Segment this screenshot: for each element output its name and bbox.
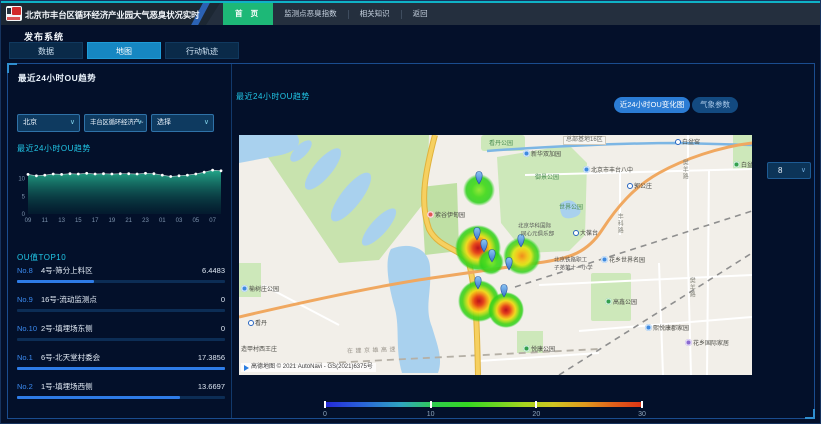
progress-track: [17, 309, 225, 312]
nav-tab-odor-index[interactable]: 监测点恶臭指数: [273, 3, 348, 25]
tab-map[interactable]: 地图: [87, 42, 161, 59]
legend-tick-label: 30: [638, 411, 646, 418]
svg-text:17: 17: [92, 218, 99, 224]
progress-fill: [17, 396, 180, 399]
legend-tick-label: 10: [427, 411, 435, 418]
city-select[interactable]: 北京 ∨: [17, 114, 80, 132]
list-item: No.84号-筛分上料区6.4483: [17, 265, 225, 294]
svg-text:23: 23: [142, 218, 149, 224]
logo-bar: [7, 8, 11, 14]
city-select-value: 北京: [23, 119, 37, 126]
rank-label: No.8: [17, 266, 41, 275]
ou-value: 6.4483: [202, 266, 225, 275]
trend-chart-title: 最近24小时OU趋势: [17, 143, 91, 154]
chevron-down-icon: ∨: [70, 115, 75, 131]
svg-text:05: 05: [192, 218, 199, 224]
legend-tick-label: 0: [323, 411, 327, 418]
chevron-down-icon: ∨: [204, 115, 209, 131]
ou-value: 17.3856: [198, 353, 225, 362]
trend-chart: 0510091113151719212301030507: [13, 154, 229, 224]
point-name: 1号-填埋场西侧: [41, 381, 198, 392]
tab-data[interactable]: 数据: [9, 42, 83, 59]
ou-top-list-title: OU值TOP10: [17, 252, 66, 263]
map-canvas: [239, 135, 752, 375]
svg-text:10: 10: [18, 177, 25, 183]
app-logo-icon: [6, 6, 22, 21]
top-bar: 北京市丰台区循环经济产业园大气恶臭状况实时 首 页 监测点恶臭指数 相关知识 返…: [1, 1, 821, 25]
svg-text:03: 03: [176, 218, 183, 224]
list-item: No.16号-北天堂村委会17.3856: [17, 352, 225, 381]
weather-params-button[interactable]: 气象参数: [692, 97, 738, 113]
legend-tick-label: 20: [532, 411, 540, 418]
progress-track: [17, 280, 225, 283]
legend-tick: [324, 401, 326, 408]
progress-track: [17, 367, 225, 370]
svg-text:19: 19: [109, 218, 116, 224]
left-panel: 北京 ∨ 丰台区循环经济产~ ∨ 选择 ∨ 最近24小时OU趋势 0510091…: [10, 64, 232, 418]
nav-tab-knowledge[interactable]: 相关知识: [349, 3, 401, 25]
rank-label: No.1: [17, 353, 41, 362]
list-item: No.21号-填埋场西侧13.6697: [17, 381, 225, 410]
svg-text:15: 15: [75, 218, 82, 224]
chevron-down-icon: ∨: [801, 163, 806, 178]
amap-logo-icon: [244, 365, 249, 371]
map-attribution: 高德地图 © 2021 AutoNavi - GS(2021)6375号: [241, 363, 376, 372]
rank-label: No.10: [17, 324, 41, 333]
app-title: 北京市丰台区循环经济产业园大气恶臭状况实时: [25, 9, 199, 21]
main-nav: 首 页 监测点恶臭指数 相关知识 返回: [223, 3, 439, 25]
point-name: 2号-填埋场东侧: [41, 323, 221, 334]
ou-color-legend: 0102030: [325, 402, 642, 407]
logo-caption: [7, 17, 20, 20]
map-section-title: 最近24小时OU趋势: [236, 91, 310, 102]
nav-tab-back[interactable]: 返回: [402, 3, 439, 25]
legend-tick: [641, 401, 643, 408]
attribution-text: 高德地图 © 2021 AutoNavi - GS(2021)6375号: [251, 363, 373, 372]
point-name: 16号-流动监测点: [41, 294, 221, 305]
ou-value: 0: [221, 295, 225, 304]
nav-tab-home[interactable]: 首 页: [223, 3, 273, 25]
legend-tick: [535, 401, 537, 408]
svg-text:13: 13: [58, 218, 65, 224]
svg-text:5: 5: [22, 194, 26, 200]
rank-label: No.9: [17, 295, 41, 304]
heat-blob: [488, 292, 524, 328]
park-select-value: 丰台区循环经济产~: [90, 119, 143, 126]
ou-top-list: No.84号-筛分上料区6.4483No.916号-流动监测点0No.102号-…: [17, 265, 225, 410]
ou-value: 13.6697: [198, 382, 225, 391]
logo-red-square: [12, 7, 21, 15]
point-filter-value: 选择: [157, 119, 171, 126]
rank-label: No.2: [17, 382, 41, 391]
svg-text:11: 11: [42, 218, 49, 224]
ou-change-button[interactable]: 近24小时OU变化图: [614, 97, 690, 113]
svg-text:07: 07: [209, 218, 216, 224]
map[interactable]: 看丹公园总部基地16区新华双加园御景公园北京市丰台八中郭公庄白盆窑白盆窑公园世界…: [239, 135, 752, 375]
svg-text:01: 01: [159, 218, 166, 224]
ou-value: 0: [221, 324, 225, 333]
list-item: No.916号-流动监测点0: [17, 294, 225, 323]
chevron-down-icon: ∨: [137, 115, 142, 131]
progress-fill: [17, 280, 94, 283]
point-number-select[interactable]: 8 ∨: [767, 162, 811, 179]
point-name: 4号-筛分上料区: [41, 265, 202, 276]
corner-bracket: [805, 409, 815, 419]
progress-fill: [17, 367, 225, 370]
progress-track: [17, 396, 225, 399]
svg-text:21: 21: [125, 218, 132, 224]
park-select[interactable]: 丰台区循环经济产~ ∨: [84, 114, 147, 132]
legend-tick: [430, 401, 432, 408]
point-name: 6号-北天堂村委会: [41, 352, 198, 363]
main-panel: 最近24小时OU趋势 北京 ∨ 丰台区循环经济产~ ∨ 选择 ∨ 最近24小时O…: [7, 63, 815, 419]
list-item: No.102号-填埋场东侧0: [17, 323, 225, 352]
point-filter-select[interactable]: 选择 ∨: [151, 114, 214, 132]
point-number-value: 8: [778, 166, 782, 175]
svg-text:09: 09: [25, 218, 32, 224]
dashboard-screen: 北京市丰台区循环经济产业园大气恶臭状况实时 首 页 监测点恶臭指数 相关知识 返…: [0, 0, 821, 424]
tab-track[interactable]: 行动轨迹: [165, 42, 239, 59]
progress-track: [17, 338, 225, 341]
